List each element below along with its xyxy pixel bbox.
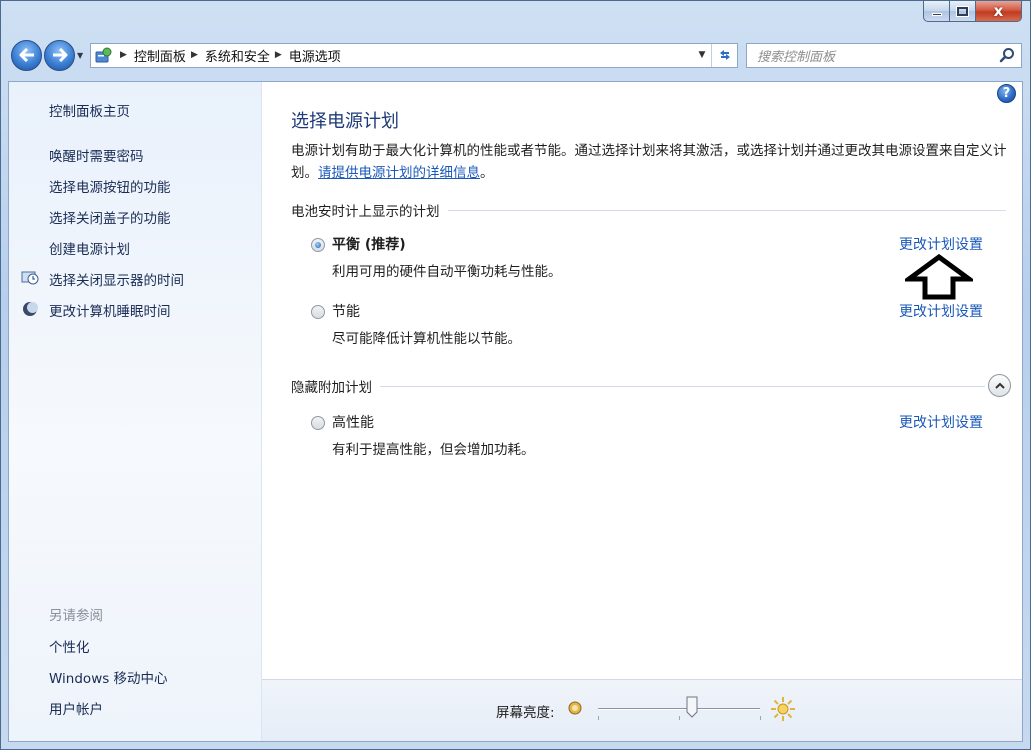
forward-button[interactable]	[44, 39, 75, 71]
bright-brightness-icon	[771, 697, 795, 721]
search-box[interactable]: 搜索控制面板	[746, 42, 1022, 68]
collapse-hidden-plans-button[interactable]	[988, 374, 1011, 397]
hidden-plans-group-header: 隐藏附加计划	[291, 377, 985, 396]
plan-high-performance-change-link[interactable]: 更改计划设置	[899, 412, 983, 432]
control-panel-window: x ▼ ▶ 控制面板 ▶ 系统和安全 ▶ 电源选项 ▼ 搜索控制面板 控制面板主…	[0, 0, 1031, 750]
plan-balanced-name[interactable]: 平衡 (推荐)	[332, 234, 406, 254]
see-also-personalization[interactable]: 个性化	[49, 636, 90, 656]
group-divider	[380, 385, 985, 387]
brightness-label: 屏幕亮度:	[496, 705, 555, 721]
control-panel-home-link[interactable]: 控制面板主页	[49, 100, 130, 120]
battery-meter-group-header: 电池安时计上显示的计划	[291, 201, 1006, 220]
slider-tick	[760, 716, 761, 720]
page-description: 电源计划有助于最大化计算机的性能或者节能。通过选择计划来将其激活，或选择计划并通…	[291, 140, 1016, 184]
breadcrumb-separator[interactable]: ▶	[275, 50, 282, 60]
plan-high-performance-name[interactable]: 高性能	[332, 412, 374, 432]
see-also-heading: 另请参阅	[49, 608, 103, 624]
breadcrumb-system-security[interactable]: 系统和安全	[205, 46, 270, 65]
refresh-icon	[719, 50, 730, 60]
back-arrow-icon	[19, 48, 34, 62]
plan-balanced-change-link[interactable]: 更改计划设置	[899, 234, 983, 254]
address-bar[interactable]: ▶ 控制面板 ▶ 系统和安全 ▶ 电源选项 ▼	[90, 42, 738, 68]
description-end: 。	[480, 165, 494, 181]
plan-power-saver-desc: 尽可能降低计算机性能以节能。	[332, 331, 521, 347]
sidebar-item-wake-password[interactable]: 唤醒时需要密码	[49, 145, 144, 165]
plan-details-link[interactable]: 请提供电源计划的详细信息	[318, 165, 480, 181]
caption-buttons: x	[923, 1, 1022, 23]
address-controls: ▼	[693, 43, 737, 67]
see-also-mobility-center[interactable]: Windows 移动中心	[49, 667, 168, 687]
sidebar-item-lid-close[interactable]: 选择关闭盖子的功能	[49, 207, 171, 227]
close-icon: x	[993, 1, 1004, 20]
brightness-slider-thumb[interactable]	[686, 696, 698, 718]
dim-brightness-icon	[568, 701, 582, 715]
search-icon[interactable]	[999, 47, 1015, 63]
navigation-bar: ▼ ▶ 控制面板 ▶ 系统和安全 ▶ 电源选项 ▼ 搜索控制面板	[11, 37, 1022, 73]
plan-power-saver-radio[interactable]	[311, 305, 325, 319]
refresh-button[interactable]	[711, 43, 737, 67]
plan-balanced-desc: 利用可用的硬件自动平衡功耗与性能。	[332, 264, 562, 280]
plan-power-saver-change-link[interactable]: 更改计划设置	[899, 301, 983, 321]
minimize-icon	[931, 13, 942, 16]
slider-tick	[679, 716, 680, 720]
search-input[interactable]: 搜索控制面板	[757, 46, 999, 65]
breadcrumb-separator[interactable]: ▶	[120, 50, 127, 60]
task-pane: 控制面板主页 唤醒时需要密码 选择电源按钮的功能 选择关闭盖子的功能 创建电源计…	[9, 82, 262, 741]
breadcrumb-separator[interactable]: ▶	[191, 50, 198, 60]
sidebar-item-sleep-time[interactable]: 更改计算机睡眠时间	[49, 300, 171, 320]
back-button[interactable]	[11, 39, 42, 71]
moon-icon	[21, 300, 39, 318]
minimize-button[interactable]	[923, 1, 950, 22]
forward-arrow-icon	[52, 48, 67, 62]
close-button[interactable]: x	[976, 1, 1022, 22]
plan-power-saver-name[interactable]: 节能	[332, 301, 360, 321]
maximize-icon	[957, 6, 968, 16]
control-panel-icon	[93, 45, 115, 65]
sidebar-item-display-off[interactable]: 选择关闭显示器的时间	[49, 269, 184, 289]
maximize-button[interactable]	[950, 1, 976, 22]
monitor-clock-icon	[21, 269, 39, 287]
brightness-slider-track[interactable]	[598, 708, 760, 710]
up-arrow-annotation-icon	[905, 254, 973, 300]
group-divider	[447, 209, 1006, 211]
page-title: 选择电源计划	[291, 111, 399, 132]
slider-tick	[598, 716, 599, 720]
breadcrumb-control-panel[interactable]: 控制面板	[134, 46, 186, 65]
main-panel: ? 选择电源计划 电源计划有助于最大化计算机的性能或者节能。通过选择计划来将其激…	[262, 82, 1022, 741]
help-icon[interactable]: ?	[997, 84, 1016, 103]
brightness-bar: 屏幕亮度:	[262, 679, 1022, 741]
plan-high-performance-radio[interactable]	[311, 416, 325, 430]
recent-pages-dropdown[interactable]: ▼	[77, 51, 87, 60]
plan-balanced-radio[interactable]	[311, 238, 325, 252]
hidden-group-label: 隐藏附加计划	[291, 380, 372, 396]
address-dropdown[interactable]: ▼	[693, 50, 711, 60]
battery-group-label: 电池安时计上显示的计划	[291, 204, 440, 220]
sidebar-item-create-plan[interactable]: 创建电源计划	[49, 238, 130, 258]
plan-high-performance-desc: 有利于提高性能，但会增加功耗。	[332, 442, 535, 458]
content-area: 控制面板主页 唤醒时需要密码 选择电源按钮的功能 选择关闭盖子的功能 创建电源计…	[8, 81, 1023, 742]
chevron-up-icon	[994, 382, 1005, 389]
see-also-user-accounts[interactable]: 用户帐户	[49, 698, 103, 718]
breadcrumb-power-options[interactable]: 电源选项	[289, 46, 341, 65]
sidebar-item-power-button[interactable]: 选择电源按钮的功能	[49, 176, 171, 196]
